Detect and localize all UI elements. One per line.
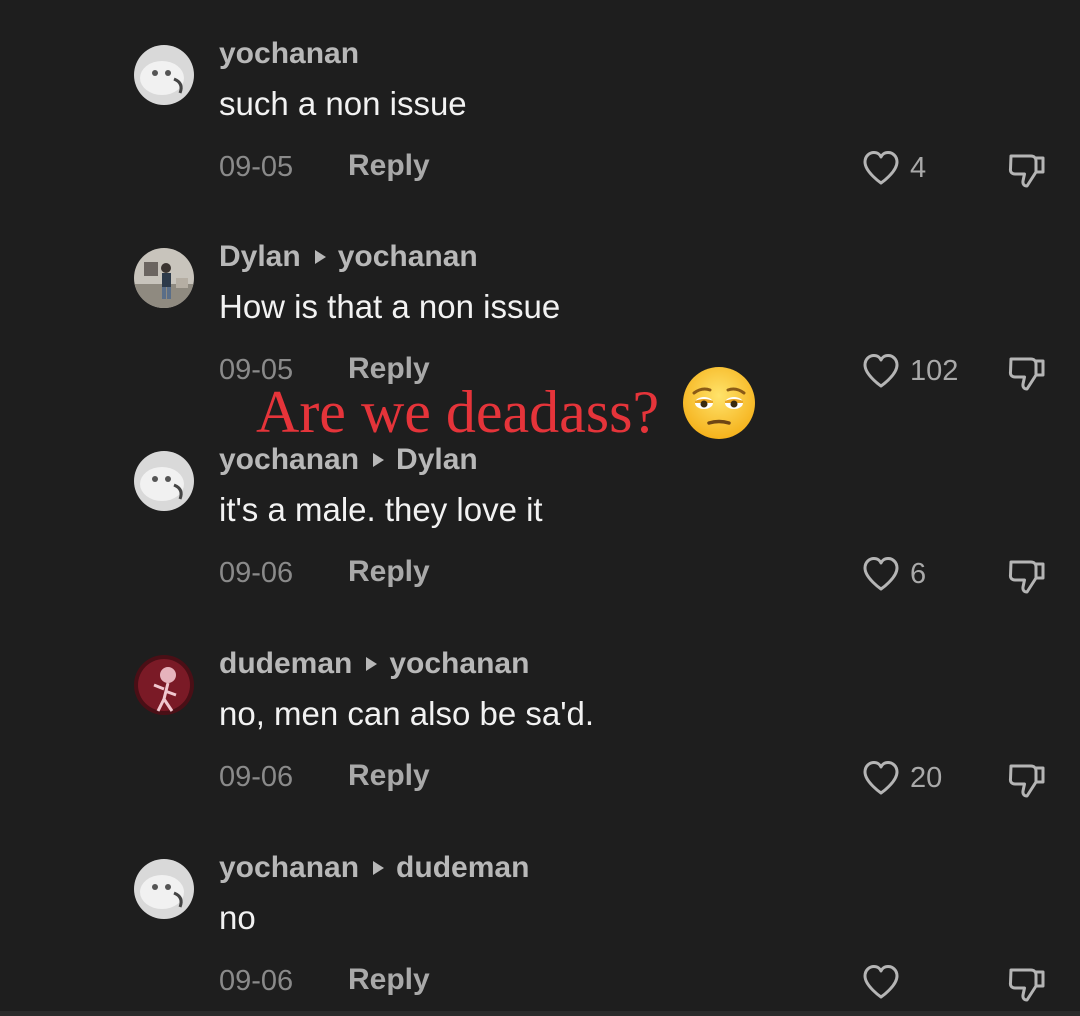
heart-icon <box>863 965 899 999</box>
comment-author[interactable]: yochanan <box>219 37 359 70</box>
reply-arrow-icon <box>366 657 378 671</box>
grey-blob-avatar-icon <box>134 859 194 919</box>
comment-item: yochanan such a non issue 09-05 Reply 4 <box>0 10 1080 190</box>
reply-button[interactable]: Reply <box>348 148 430 184</box>
like-count: 6 <box>910 557 927 590</box>
heart-icon <box>863 354 899 388</box>
unamused-face-emoji-icon <box>681 365 757 459</box>
comment-author[interactable]: yochanan <box>219 851 359 884</box>
photo-avatar-icon <box>134 248 194 308</box>
reply-to-user[interactable]: yochanan <box>338 240 478 273</box>
bottom-divider <box>0 1011 1080 1016</box>
reply-arrow-icon <box>373 861 385 875</box>
like-count: 20 <box>910 761 943 794</box>
dislike-button[interactable] <box>1005 962 1049 1009</box>
comment-text: no, men can also be sa'd. <box>219 695 595 732</box>
comment-item: dudeman yochanan no, men can also be sa'd… <box>0 620 1080 800</box>
comment-text: such a non issue <box>219 85 467 122</box>
grey-blob-avatar-icon <box>134 45 194 105</box>
thumbs-down-icon <box>1008 560 1045 594</box>
thumbs-down-icon <box>1008 968 1045 1002</box>
overlay-text: Are we deadass? <box>256 379 660 445</box>
avatar[interactable] <box>134 45 194 105</box>
avatar[interactable] <box>134 655 194 715</box>
like-button[interactable]: 20 <box>861 758 942 798</box>
comment-header: dudeman yochanan <box>219 646 529 682</box>
avatar[interactable] <box>134 859 194 919</box>
reply-to-user[interactable]: yochanan <box>389 647 529 680</box>
comment-item: yochanan dudeman no 09-06 Reply <box>0 824 1080 1004</box>
comment-header: Dylan yochanan <box>219 239 478 275</box>
thumbs-down-icon <box>1008 764 1045 798</box>
like-count: 4 <box>910 151 927 184</box>
grey-blob-avatar-icon <box>134 451 194 511</box>
comment-text: no <box>219 899 256 936</box>
comment-text: How is that a non issue <box>219 288 561 325</box>
overlay-caption: Are we deadass? <box>256 365 757 459</box>
comment-date: 09-06 <box>219 761 294 793</box>
reply-button[interactable]: Reply <box>348 758 430 794</box>
avatar[interactable] <box>134 451 194 511</box>
dislike-button[interactable] <box>1005 758 1049 805</box>
comment-date: 09-06 <box>219 965 294 997</box>
comment-date: 09-05 <box>219 151 294 183</box>
dislike-button[interactable] <box>1005 351 1049 398</box>
like-count: 102 <box>910 354 959 387</box>
thumbs-down-icon <box>1008 154 1045 188</box>
like-button[interactable]: 6 <box>861 554 926 594</box>
comment-text: it's a male. they love it <box>219 491 543 528</box>
reply-button[interactable]: Reply <box>348 554 430 590</box>
thumbs-down-icon <box>1008 357 1045 391</box>
heart-icon <box>863 151 899 185</box>
like-button[interactable] <box>861 962 910 1002</box>
comment-author[interactable]: Dylan <box>219 240 301 273</box>
comment-header: yochanan <box>219 36 359 72</box>
heart-icon <box>863 557 899 591</box>
reply-arrow-icon <box>314 250 326 264</box>
comment-author[interactable]: dudeman <box>219 647 352 680</box>
heart-icon <box>863 761 899 795</box>
comment-header: yochanan dudeman <box>219 850 529 886</box>
dislike-button[interactable] <box>1005 148 1049 195</box>
reply-to-user[interactable]: dudeman <box>396 851 529 884</box>
comment-date: 09-06 <box>219 557 294 589</box>
dislike-button[interactable] <box>1005 554 1049 601</box>
reply-button[interactable]: Reply <box>348 962 430 998</box>
red-skeleton-avatar-icon <box>134 655 194 715</box>
like-button[interactable]: 102 <box>861 351 958 391</box>
like-button[interactable]: 4 <box>861 148 926 188</box>
avatar[interactable] <box>134 248 194 308</box>
